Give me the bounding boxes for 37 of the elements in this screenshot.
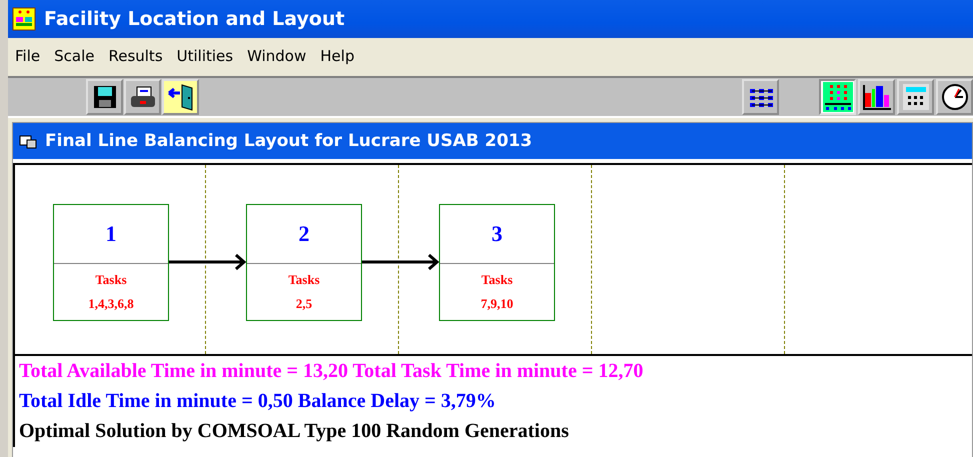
exit-door-button[interactable] bbox=[162, 79, 199, 115]
menu-item[interactable]: Help bbox=[313, 47, 362, 65]
menu-item[interactable]: Window bbox=[240, 47, 314, 65]
clock-icon bbox=[940, 83, 968, 111]
window-icon bbox=[19, 133, 37, 149]
calculator-button[interactable] bbox=[897, 79, 934, 115]
menu-item[interactable]: File bbox=[8, 47, 48, 65]
summary-line: Optimal Solution by COMSOAL Type 100 Random Generations bbox=[19, 419, 570, 444]
tasks-label: Tasks bbox=[95, 272, 127, 288]
menu-item[interactable]: Scale bbox=[47, 47, 102, 65]
bar-chart-icon bbox=[862, 83, 892, 111]
app-icon bbox=[12, 7, 36, 31]
menu-item[interactable]: Results bbox=[101, 47, 170, 65]
save-icon bbox=[92, 84, 118, 110]
printer-button[interactable] bbox=[124, 79, 161, 115]
printer-icon bbox=[128, 84, 156, 110]
station-number: 1 bbox=[106, 221, 116, 247]
calculator-icon bbox=[902, 83, 930, 111]
station-number: 2 bbox=[298, 221, 310, 247]
summary-line: Total Available Time in minute = 13,20 Total Task Time in minute = 12,70 bbox=[19, 359, 644, 384]
save-button[interactable] bbox=[86, 79, 123, 115]
summary-line: Total Idle Time in minute = 0,50 Balance Delay = 3,79% bbox=[19, 389, 497, 414]
task-list: 7,9,10 bbox=[480, 296, 514, 312]
window-title: Facility Location and Layout bbox=[44, 8, 345, 30]
station-grid-icon bbox=[822, 82, 852, 112]
station-grid-button[interactable] bbox=[819, 79, 856, 115]
bar-chart-button[interactable] bbox=[858, 79, 895, 115]
grid-network-button[interactable] bbox=[742, 79, 779, 115]
task-list: 2,5 bbox=[296, 296, 312, 312]
menu-item[interactable]: Utilities bbox=[170, 47, 240, 65]
child-window-title: Final Line Balancing Layout for Lucrare USAB 2013 bbox=[45, 131, 532, 151]
exit-door-icon bbox=[166, 83, 194, 111]
clock-button[interactable] bbox=[936, 79, 973, 115]
tasks-label: Tasks bbox=[481, 272, 513, 288]
station-number: 3 bbox=[492, 221, 502, 247]
task-list: 1,4,3,6,8 bbox=[88, 296, 134, 312]
tasks-label: Tasks bbox=[288, 272, 320, 288]
